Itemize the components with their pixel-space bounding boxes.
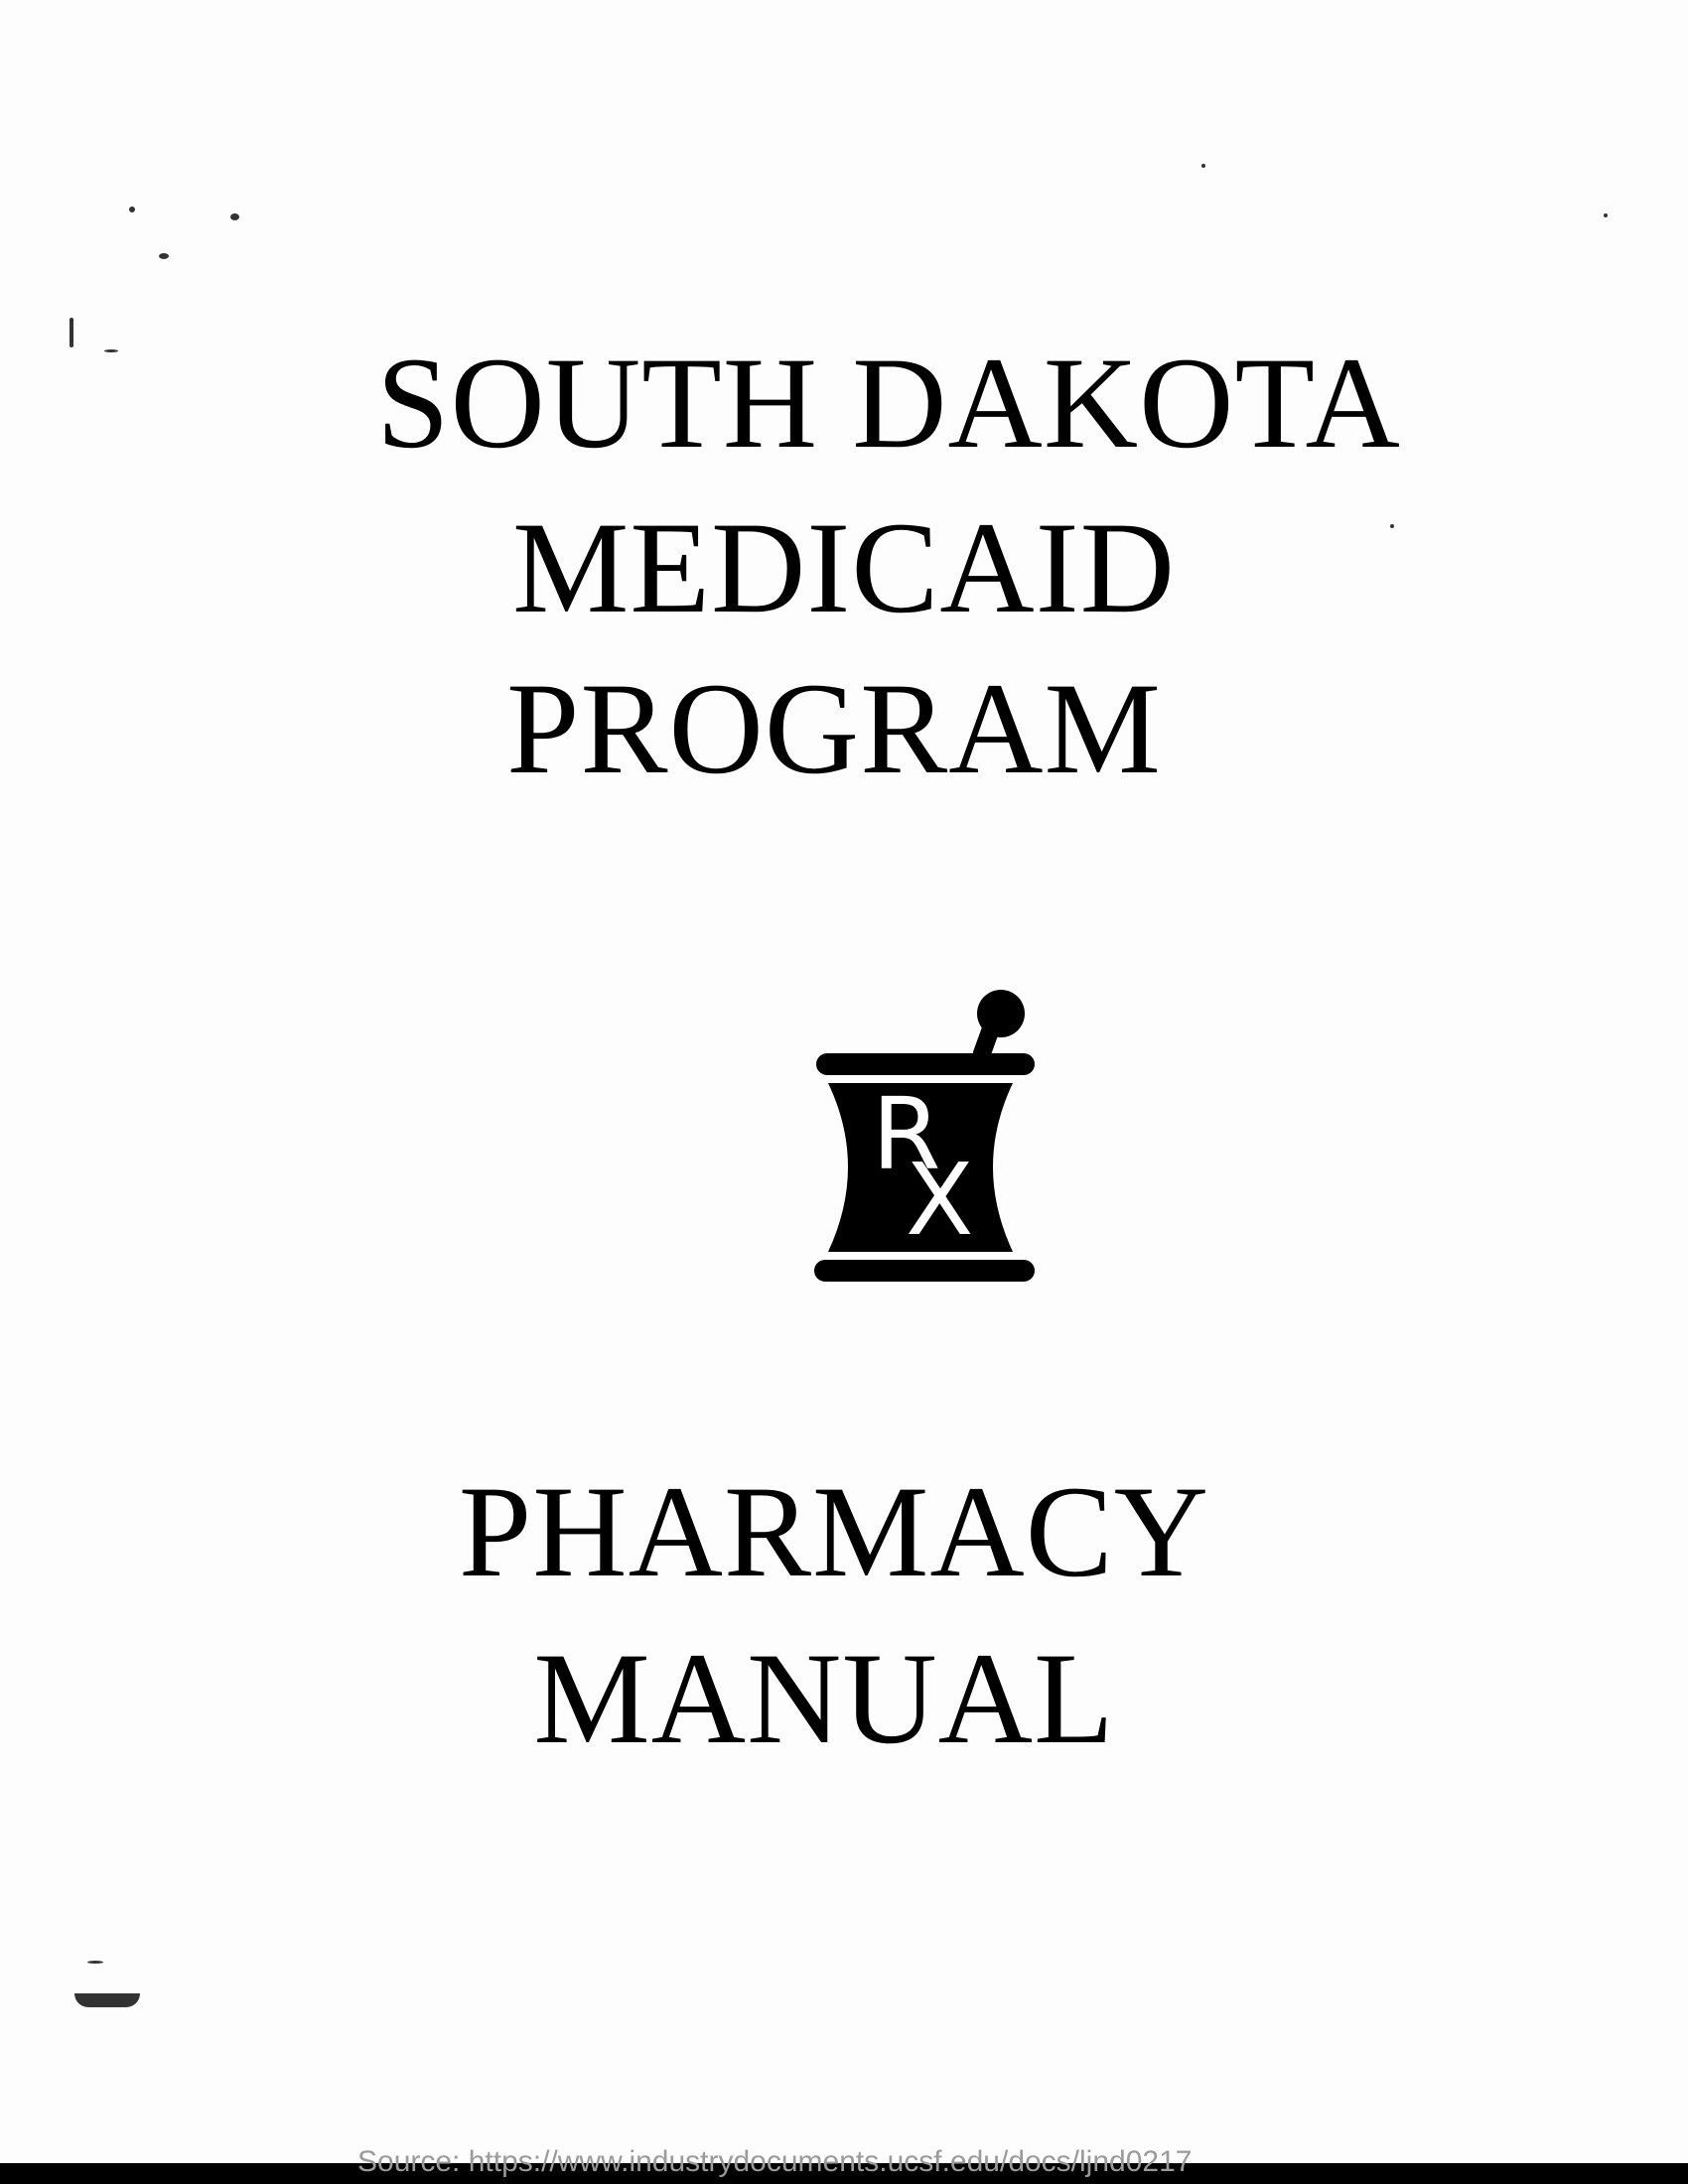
title-line-2: MEDICAID <box>512 494 1176 640</box>
scan-artifact <box>1201 164 1205 168</box>
scan-artifact <box>159 253 169 259</box>
scan-artifact <box>74 1993 140 2007</box>
scan-artifact <box>1604 213 1608 217</box>
logo-letter-x: X <box>906 1142 974 1258</box>
subtitle-line-2: MANUAL <box>533 1625 1115 1771</box>
scan-artifact <box>230 213 239 220</box>
document-page: SOUTH DAKOTA MEDICAID PROGRAM R X PHARMA… <box>0 0 1688 2184</box>
scan-artifact <box>87 1961 103 1964</box>
title-line-1: SOUTH DAKOTA <box>376 330 1401 476</box>
source-citation: Source: https://www.industrydocuments.uc… <box>357 2145 1193 2178</box>
mortar-and-pestle-rx-icon: R X <box>806 988 1041 1296</box>
title-line-3: PROGRAM <box>506 655 1162 801</box>
scan-artifact <box>129 206 135 212</box>
subtitle-line-1: PHARMACY <box>458 1458 1210 1604</box>
